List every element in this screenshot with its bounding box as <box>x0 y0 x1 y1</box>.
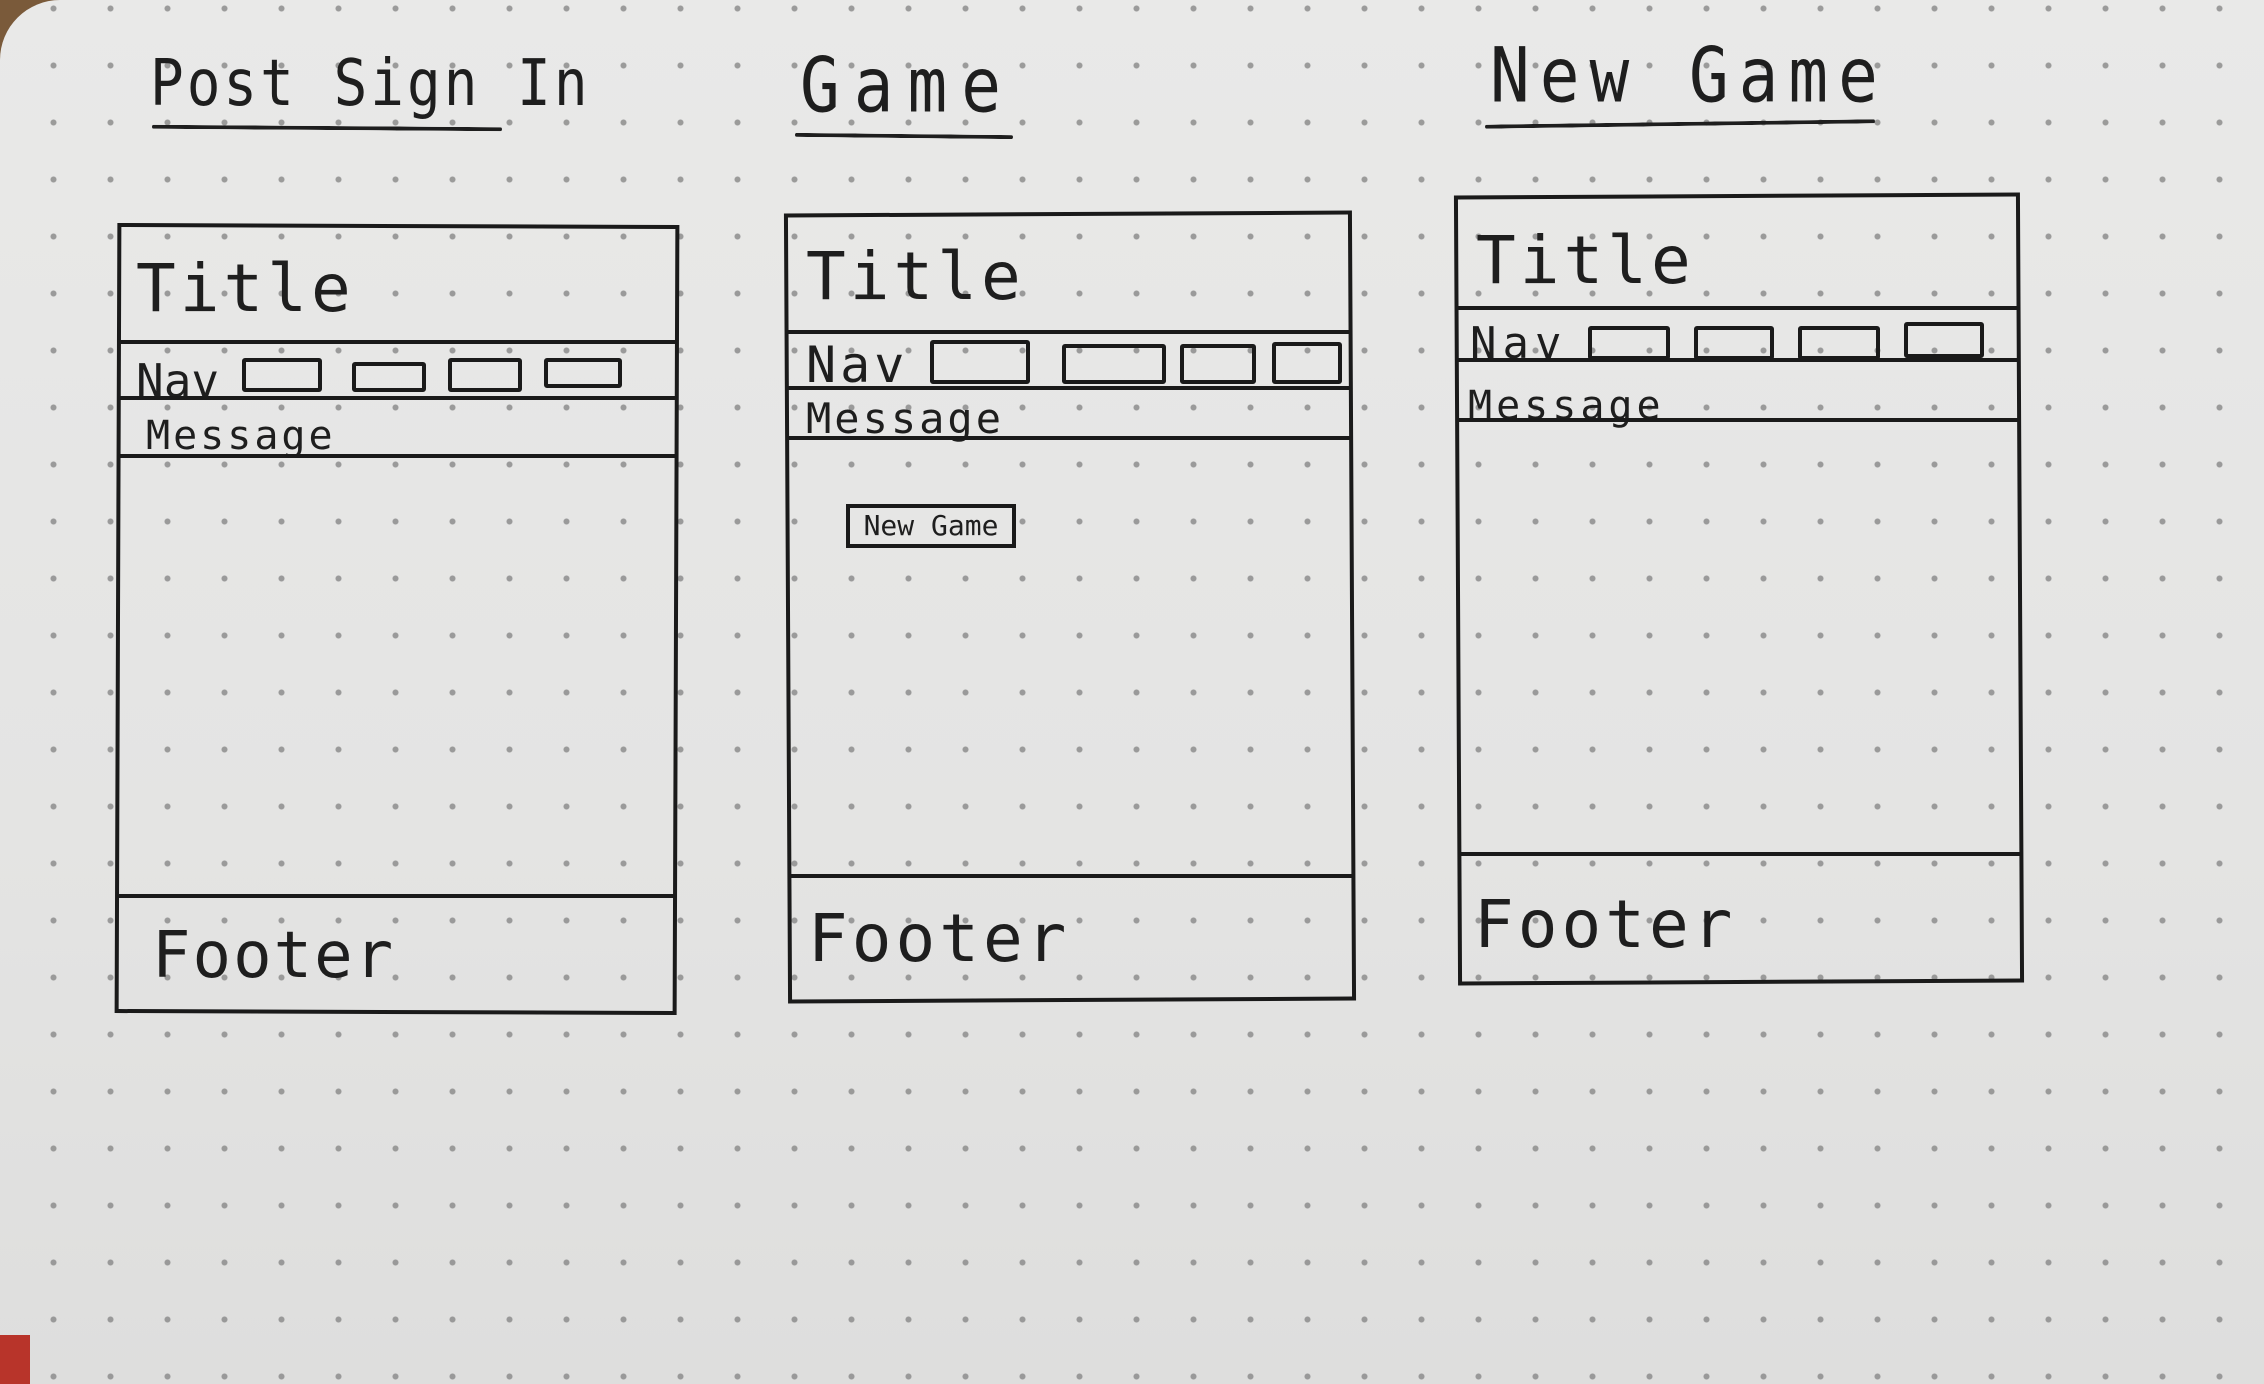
wireframe-3-nav-item-2 <box>1694 326 1774 360</box>
wireframe-2-footer-label: Footer <box>808 900 1071 977</box>
new-game-button[interactable]: New Game <box>846 504 1016 548</box>
wireframe-2-title-divider <box>788 330 1352 334</box>
photo-scene: Post Sign In Game New Game Title Nav Mes… <box>0 0 2264 1384</box>
wireframe-1-title-label: Title <box>136 250 355 327</box>
wireframe-1-nav-item-3 <box>448 358 522 392</box>
wireframe-3-nav-item-1 <box>1588 326 1670 360</box>
wireframe-3-title-label: Title <box>1476 222 1695 299</box>
wireframe-1-nav-item-4 <box>544 358 622 388</box>
wireframe-3-footer-divider <box>1458 852 2020 856</box>
wireframe-2-nav-item-4 <box>1272 342 1342 384</box>
wireframe-3-message-divider <box>1458 418 2020 422</box>
wireframe-1-nav-item-1 <box>242 358 322 392</box>
wireframe-1-message-divider <box>118 454 676 458</box>
red-object-corner <box>0 1335 30 1384</box>
heading-game: Game <box>800 41 1015 130</box>
wireframe-3-frame <box>1453 192 2025 986</box>
wireframe-2-message-label: Message <box>806 394 1005 443</box>
wireframe-3-title-divider <box>1458 306 2020 310</box>
wireframe-1-nav-item-2 <box>352 362 426 392</box>
wireframe-2-message-divider <box>788 436 1352 440</box>
wireframe-3-nav-divider <box>1458 358 2020 362</box>
wireframe-2-nav-item-3 <box>1180 344 1256 384</box>
heading-post-sign-in: Post Sign In <box>150 46 591 121</box>
wireframe-1-footer-label: Footer <box>152 919 396 993</box>
dot-grid-paper: Post Sign In Game New Game Title Nav Mes… <box>0 0 2264 1384</box>
wireframe-1-title-divider <box>118 340 676 344</box>
wireframe-2-footer-divider <box>788 874 1352 878</box>
heading-new-game: New Game <box>1490 31 1888 120</box>
wireframe-2-title-label: Title <box>806 238 1025 315</box>
wireframe-2-nav-divider <box>788 386 1352 390</box>
wireframe-3-nav-item-3 <box>1798 326 1880 360</box>
wireframe-2-nav-item-1 <box>930 340 1030 384</box>
wireframe-1-nav-divider <box>118 396 676 400</box>
wireframe-2-nav-item-2 <box>1062 344 1166 384</box>
wireframe-2-nav-label: Nav <box>806 336 909 394</box>
wireframe-1-footer-divider <box>118 894 676 898</box>
wireframe-1-message-label: Message <box>146 413 336 459</box>
wireframe-3-nav-item-4 <box>1904 322 1984 358</box>
wireframe-3-footer-label: Footer <box>1474 886 1737 963</box>
